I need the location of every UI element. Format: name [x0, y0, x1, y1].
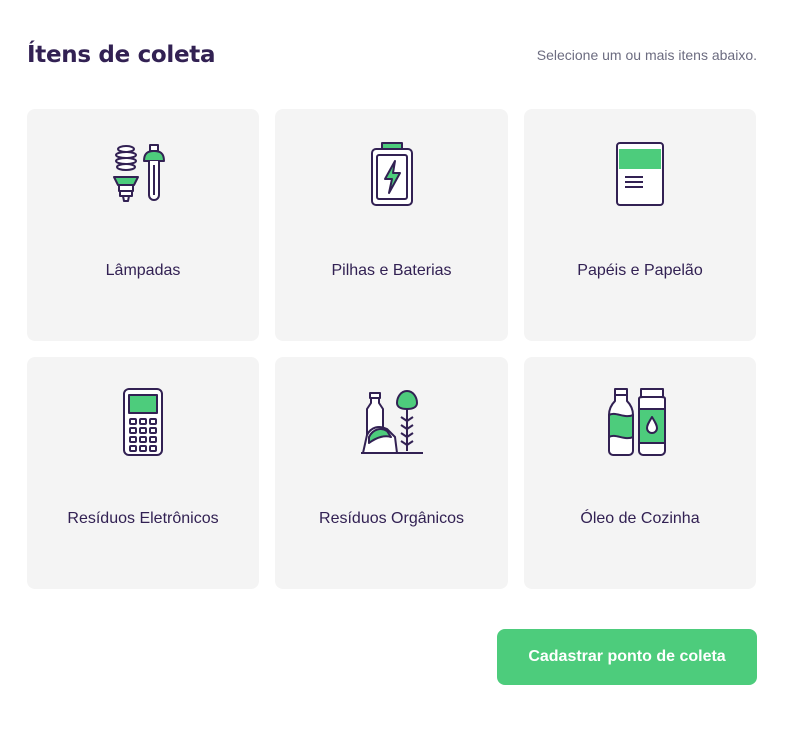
- lamps-icon: [108, 139, 178, 209]
- item-card-papeis-papelao[interactable]: Papéis e Papelão: [524, 109, 756, 341]
- item-card-residuos-organicos[interactable]: Resíduos Orgânicos: [275, 357, 508, 589]
- page: Ítens de coleta Selecione um ou mais ite…: [0, 0, 793, 732]
- item-card-oleo-cozinha[interactable]: Óleo de Cozinha: [524, 357, 756, 589]
- electronics-icon: [108, 387, 178, 457]
- paper-icon: [605, 139, 675, 209]
- section-header: Ítens de coleta Selecione um ou mais ite…: [27, 38, 757, 72]
- item-label: Pilhas e Baterias: [331, 262, 452, 279]
- item-card-pilhas-baterias[interactable]: Pilhas e Baterias: [275, 109, 508, 341]
- item-label: Papéis e Papelão: [577, 262, 703, 279]
- cooking-oil-icon: [605, 387, 675, 457]
- item-label: Resíduos Orgânicos: [319, 510, 464, 527]
- section-subtitle: Selecione um ou mais itens abaixo.: [536, 47, 757, 63]
- item-label: Resíduos Eletrônicos: [67, 510, 219, 527]
- item-card-lampadas[interactable]: Lâmpadas: [27, 109, 259, 341]
- items-grid: Lâmpadas Pilhas e Baterias Papéis e Pape…: [27, 109, 757, 589]
- organic-waste-icon: [357, 387, 427, 457]
- battery-icon: [357, 139, 427, 209]
- item-label: Lâmpadas: [105, 262, 181, 279]
- section-title: Ítens de coleta: [27, 42, 216, 68]
- item-card-residuos-eletronicos[interactable]: Resíduos Eletrônicos: [27, 357, 259, 589]
- item-label: Óleo de Cozinha: [580, 510, 700, 527]
- submit-collection-point-button[interactable]: Cadastrar ponto de coleta: [497, 629, 757, 685]
